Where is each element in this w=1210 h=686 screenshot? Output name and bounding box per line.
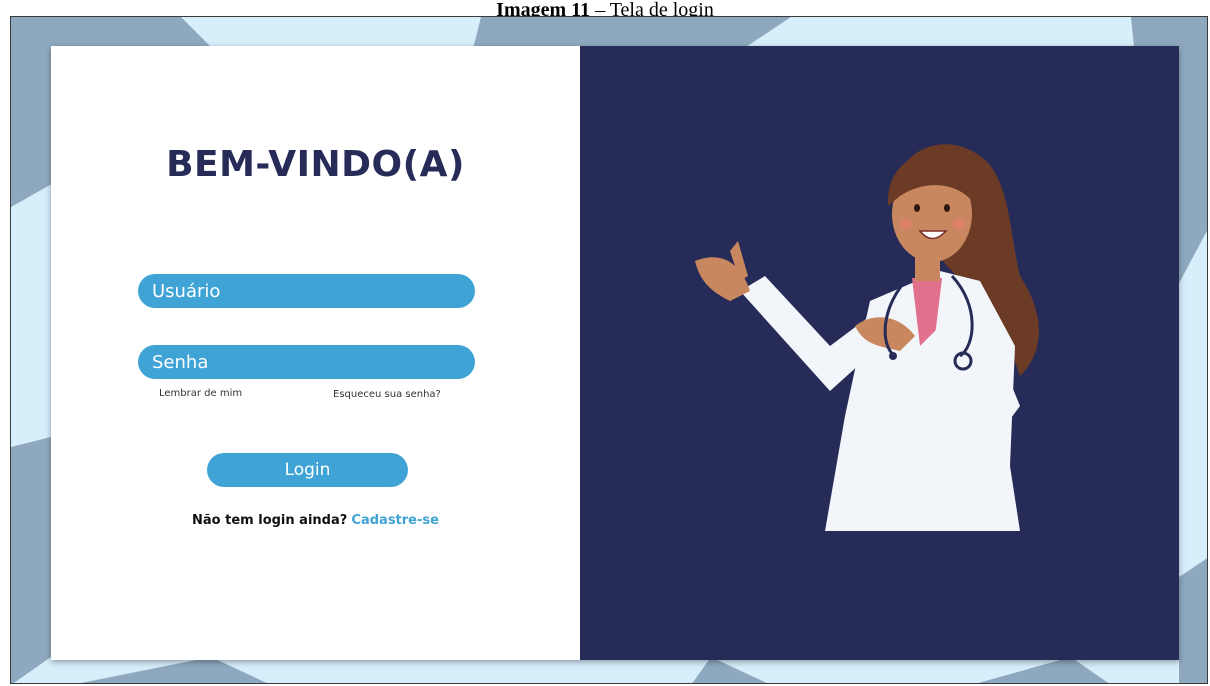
- illustration-panel: [580, 46, 1179, 660]
- signup-prompt: Não tem login ainda? Cadastre-se: [51, 513, 580, 528]
- forgot-password-link[interactable]: Esqueceu sua senha?: [333, 389, 441, 400]
- password-field[interactable]: Senha: [138, 345, 475, 379]
- login-card: BEM-VINDO(A) Usuário Senha Lembrar de mi…: [51, 46, 1179, 660]
- login-panel: BEM-VINDO(A) Usuário Senha Lembrar de mi…: [51, 46, 580, 660]
- signup-link[interactable]: Cadastre-se: [351, 513, 439, 528]
- doctor-illustration-icon: [695, 144, 1039, 531]
- password-placeholder: Senha: [152, 351, 209, 373]
- welcome-title: BEM-VINDO(A): [166, 144, 465, 185]
- username-placeholder: Usuário: [152, 280, 221, 302]
- username-field[interactable]: Usuário: [138, 274, 475, 308]
- screenshot-frame: BEM-VINDO(A) Usuário Senha Lembrar de mi…: [10, 16, 1208, 684]
- login-button[interactable]: Login: [207, 453, 408, 487]
- remember-me-option[interactable]: Lembrar de mim: [159, 388, 242, 399]
- no-account-text: Não tem login ainda?: [192, 513, 348, 528]
